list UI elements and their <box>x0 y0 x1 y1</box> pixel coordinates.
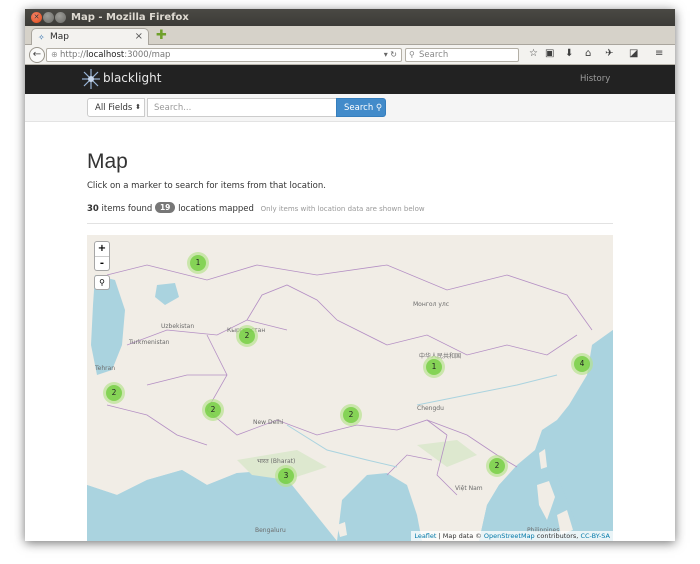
cluster-count: 1 <box>190 255 206 271</box>
reading-list-icon[interactable]: ▣ <box>545 48 554 59</box>
label-new-delhi: New Delhi <box>253 419 284 426</box>
home-icon[interactable]: ⌂ <box>585 48 591 59</box>
cluster-marker[interactable]: 2 <box>340 404 362 426</box>
items-count: 30 <box>87 204 99 214</box>
search-icon: ⚲ <box>375 103 383 113</box>
tab-label: Map <box>50 32 69 42</box>
search-field-value: All Fields <box>95 103 133 113</box>
cluster-count: 1 <box>426 359 442 375</box>
close-icon: ✕ <box>33 13 40 21</box>
map-attribution: Leaflet | Map data © OpenStreetMap contr… <box>411 531 613 541</box>
search-input[interactable]: Search... <box>147 98 337 117</box>
globe-icon: ⊕ <box>51 50 58 59</box>
window-title: Map - Mozilla Firefox <box>71 12 189 23</box>
search-button-label: Search <box>344 103 374 113</box>
url-path: :3000/map <box>124 50 171 60</box>
select-arrows-icon: ⬍ <box>135 103 141 111</box>
label-bengaluru: Bengaluru <box>255 527 286 534</box>
label-india: भारत (Bharat) <box>257 458 296 465</box>
cluster-marker[interactable]: 2 <box>236 325 258 347</box>
pocket-icon[interactable]: ◪ <box>629 48 638 59</box>
url-scheme: http:// <box>60 50 87 60</box>
url-host: localhost <box>86 50 125 60</box>
items-found-label: items found <box>101 204 153 214</box>
browser-search-input[interactable]: ⚲ Search <box>405 48 519 62</box>
cluster-count: 4 <box>574 356 590 372</box>
search-button[interactable]: Search ⚲ <box>336 98 386 117</box>
blacklight-logo-icon <box>82 69 100 89</box>
map-instructions: Click on a marker to search for items fr… <box>87 181 326 191</box>
page-favicon-icon: ✧ <box>38 33 45 42</box>
zoom-control: + - <box>94 241 110 271</box>
social-share-icon[interactable]: ✈ <box>605 48 613 59</box>
cluster-marker[interactable]: 1 <box>187 252 209 274</box>
label-chengdu: Chengdu <box>417 405 444 412</box>
back-button[interactable]: ← <box>29 47 45 63</box>
reload-icon[interactable]: ▾ ↻ <box>384 50 397 59</box>
url-text: http://localhost:3000/map <box>60 50 170 60</box>
search-icon: ⚲ <box>409 50 415 59</box>
page-title: Map <box>87 150 128 173</box>
cluster-count: 2 <box>343 407 359 423</box>
cluster-marker[interactable]: 2 <box>486 455 508 477</box>
locations-count-badge: 19 <box>154 202 176 213</box>
map-search-button[interactable]: ⚲ <box>94 275 110 290</box>
cluster-count: 2 <box>489 458 505 474</box>
label-turkmenistan: Turkmenistan <box>129 339 170 346</box>
history-link[interactable]: History <box>580 74 610 84</box>
attribution-text: | Map data © <box>438 532 482 540</box>
new-tab-button[interactable]: ✚ <box>156 28 167 43</box>
tab-strip: ✧ Map × ✚ <box>25 26 675 46</box>
map-tiles <box>87 235 613 541</box>
label-tehran: Tehran <box>95 365 116 372</box>
search-icon: ⚲ <box>99 278 105 287</box>
site-header: blacklight History <box>25 65 675 94</box>
download-icon[interactable]: ⬇ <box>565 48 573 59</box>
window-maximize-button[interactable] <box>55 12 66 23</box>
zoom-in-button[interactable]: + <box>95 242 109 257</box>
location-data-note: Only items with location data are shown … <box>260 205 425 213</box>
divider <box>87 223 613 224</box>
browser-window: ✕ Map - Mozilla Firefox ✧ Map × ✚ ← ⊕ ht… <box>25 9 675 541</box>
cluster-marker[interactable]: 1 <box>423 356 445 378</box>
bookmark-star-icon[interactable]: ☆ <box>529 48 538 59</box>
cluster-count: 2 <box>239 328 255 344</box>
cluster-marker[interactable]: 4 <box>571 353 593 375</box>
locations-mapped-label: locations mapped <box>178 204 254 214</box>
result-counts: 30 items found 19 locations mapped Only … <box>87 202 425 214</box>
cluster-marker[interactable]: 2 <box>202 399 224 421</box>
cluster-count: 2 <box>106 385 122 401</box>
title-bar: ✕ Map - Mozilla Firefox <box>25 9 675 26</box>
navigation-toolbar: ← ⊕ http://localhost:3000/map ▾ ↻ ⚲ Sear… <box>25 45 675 65</box>
tab-map[interactable]: ✧ Map × <box>31 28 149 46</box>
map-view[interactable]: Uzbekistan Turkmenistan Кыргызстан Монго… <box>87 235 613 541</box>
search-bar: All Fields ⬍ Search... Search ⚲ <box>25 94 675 122</box>
zoom-out-button[interactable]: - <box>95 257 109 272</box>
attribution-contributors: contributors, <box>536 532 579 540</box>
label-uzbekistan: Uzbekistan <box>161 323 195 330</box>
window-close-button[interactable]: ✕ <box>31 12 42 23</box>
cluster-marker[interactable]: 2 <box>103 382 125 404</box>
license-link[interactable]: CC-BY-SA <box>580 532 610 540</box>
window-minimize-button[interactable] <box>43 12 54 23</box>
openstreetmap-link[interactable]: OpenStreetMap <box>484 532 535 540</box>
menu-icon[interactable]: ≡ <box>655 48 663 59</box>
search-field-select[interactable]: All Fields ⬍ <box>87 98 145 117</box>
browser-search-placeholder: Search <box>419 50 449 60</box>
tab-close-icon[interactable]: × <box>135 31 143 42</box>
url-bar[interactable]: ⊕ http://localhost:3000/map ▾ ↻ <box>46 48 402 62</box>
cluster-count: 3 <box>278 468 294 484</box>
leaflet-link[interactable]: Leaflet <box>414 532 436 540</box>
cluster-count: 2 <box>205 402 221 418</box>
label-mongolia: Монгол улс <box>413 301 450 308</box>
label-viet-nam: Việt Nam <box>455 485 483 492</box>
site-brand[interactable]: blacklight <box>103 71 161 85</box>
cluster-marker[interactable]: 3 <box>275 465 297 487</box>
web-page: blacklight History All Fields ⬍ Search..… <box>25 65 675 541</box>
